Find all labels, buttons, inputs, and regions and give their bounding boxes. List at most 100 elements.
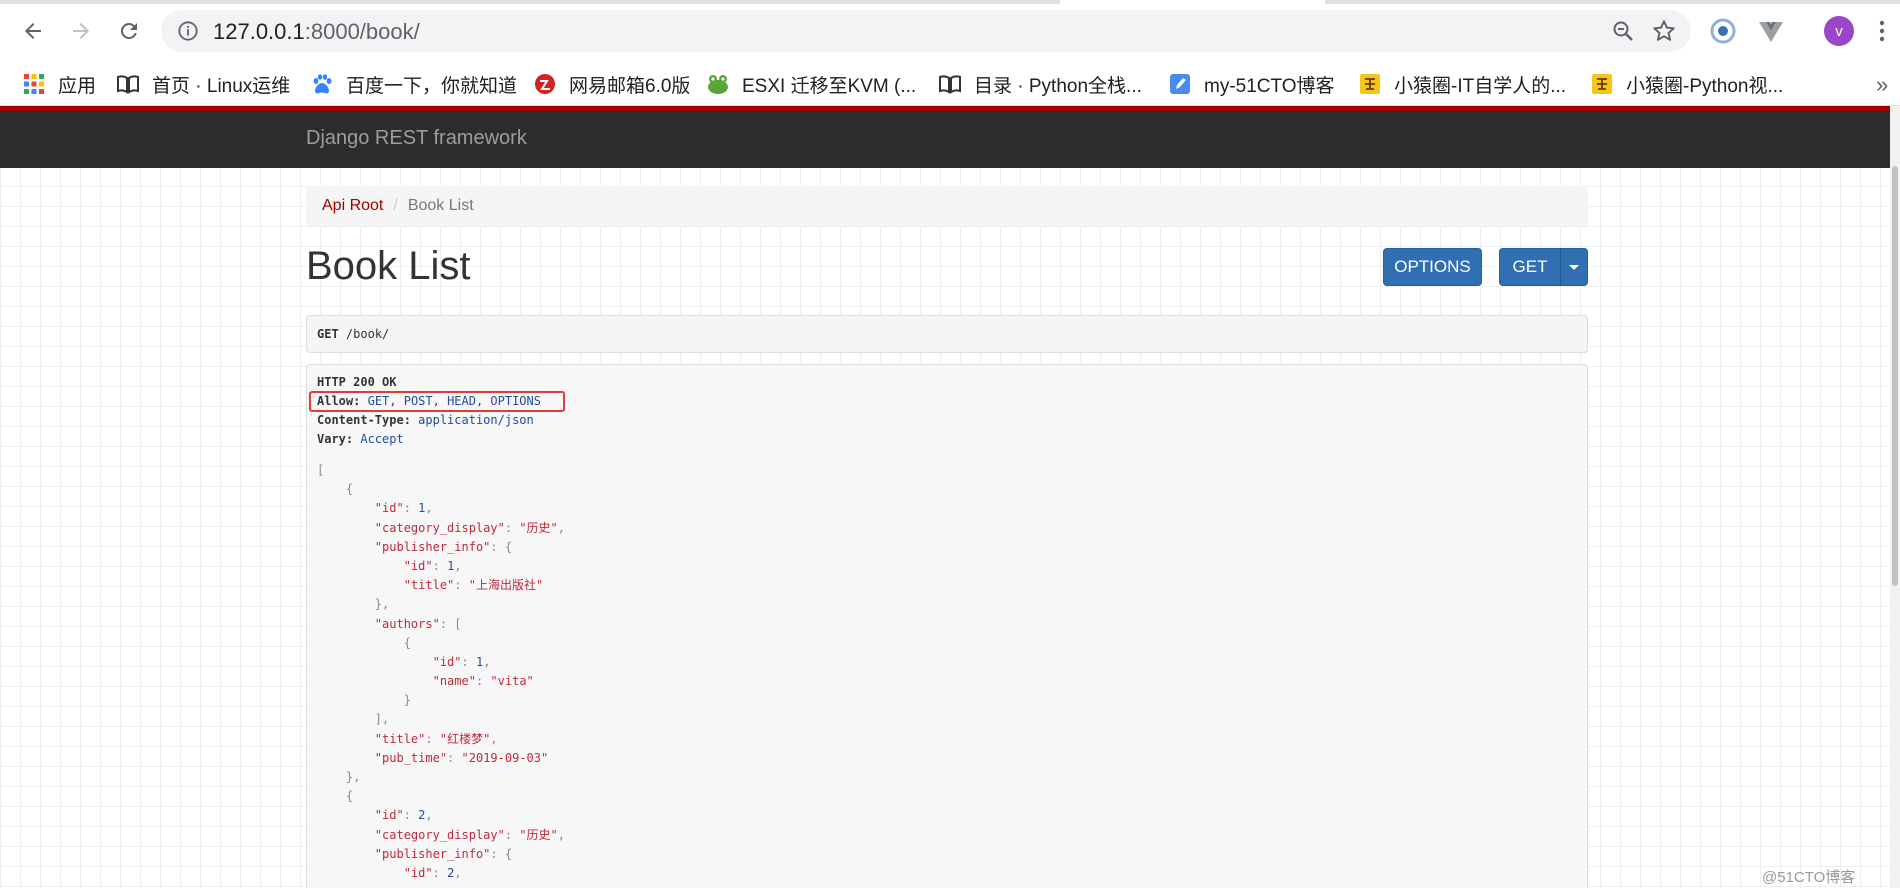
breadcrumb-separator: / xyxy=(393,197,398,214)
info-icon[interactable] xyxy=(177,20,199,42)
page-scrollbar[interactable] xyxy=(1890,106,1900,888)
page-viewport: Django REST framework Api Root / Book Li… xyxy=(0,106,1900,888)
apps-grid-icon xyxy=(22,72,46,96)
response-header: Content-Type: application/json xyxy=(317,411,534,430)
netease-icon xyxy=(533,72,557,96)
watermark: @51CTO博客 xyxy=(1762,869,1856,886)
reload-button[interactable] xyxy=(112,14,146,48)
request-path: /book/ xyxy=(345,327,390,341)
json-line: "pub_time": "2019-09-03" xyxy=(374,750,549,765)
arrow-right-icon xyxy=(73,23,89,39)
bookmark-label: 目录 · Python全栈... xyxy=(974,75,1142,97)
json-line: "title": "红楼梦", xyxy=(374,731,498,746)
book-icon xyxy=(938,72,962,96)
url-path: :8000/book/ xyxy=(304,19,420,44)
navbar: Django REST framework xyxy=(0,111,1890,168)
json-line: "id": 1, xyxy=(403,558,462,573)
bookmark-label: 网易邮箱6.0版 xyxy=(569,75,691,97)
response-info: HTTP 200 OK Allow: GET, POST, HEAD, OPTI… xyxy=(306,364,1588,888)
more-bookmarks-button[interactable]: » xyxy=(1876,72,1888,98)
bookmark-python-catalog[interactable]: 目录 · Python全栈... xyxy=(938,62,1142,106)
extension-sync-icon[interactable] xyxy=(1708,16,1738,46)
json-line: "publisher_info": { xyxy=(374,539,513,554)
header-name: Content-Type: xyxy=(317,413,411,427)
bookmark-baidu[interactable]: 百度一下，你就知道 xyxy=(310,62,517,106)
bookmark-esxi[interactable]: ESXI 迁移至KVM (... xyxy=(706,62,916,106)
response-status: HTTP 200 OK xyxy=(317,373,396,392)
bookmark-netease[interactable]: 网易邮箱6.0版 xyxy=(533,62,690,106)
bookmark-yuanquan-it[interactable]: 小猿圈-IT自学人的... xyxy=(1358,62,1566,106)
forward-button[interactable] xyxy=(64,14,98,48)
json-line: { xyxy=(403,635,411,650)
response-body: [ { "id": 1, "category_display": "历史", "… xyxy=(307,461,1587,883)
tab-strip xyxy=(0,0,1900,4)
json-line: "name": "vita" xyxy=(432,674,534,689)
breadcrumb: Api Root / Book List xyxy=(306,186,1588,226)
json-line: { xyxy=(345,789,354,804)
more-vert-icon[interactable] xyxy=(1876,16,1888,46)
header-name: Allow: xyxy=(317,394,361,408)
json-line: "id": 2, xyxy=(403,865,462,880)
book-icon xyxy=(116,72,140,96)
bookmark-label: 首页 · Linux运维 xyxy=(152,75,291,97)
back-button[interactable] xyxy=(16,14,50,48)
url-text[interactable]: 127.0.0.1:8000/book/ xyxy=(213,19,420,45)
caret-down-icon xyxy=(1569,264,1579,270)
yuan-icon xyxy=(1358,72,1382,96)
bookmark-label: ESXI 迁移至KVM (... xyxy=(742,75,917,97)
json-line: "publisher_info": { xyxy=(374,846,513,861)
bookmark-label: 应用 xyxy=(58,75,97,97)
page-title: Book List xyxy=(306,244,471,288)
header-value: GET, POST, HEAD, OPTIONS xyxy=(367,394,541,408)
baidu-paw-icon xyxy=(310,72,334,96)
response-header: Allow: GET, POST, HEAD, OPTIONS xyxy=(317,392,541,411)
scrollbar-thumb[interactable] xyxy=(1892,166,1898,586)
json-line: "category_display": "历史", xyxy=(374,520,565,535)
frog-icon xyxy=(706,72,730,96)
json-line: "authors": [ xyxy=(374,616,462,631)
brand-link[interactable]: Django REST framework xyxy=(306,127,527,150)
response-header: Vary: Accept xyxy=(317,430,404,449)
json-line: }, xyxy=(345,770,361,784)
response-status-text: HTTP 200 OK xyxy=(317,375,397,389)
json-line: "id": 1, xyxy=(374,501,433,516)
json-line: } xyxy=(403,693,411,708)
browser-toolbar: 127.0.0.1:8000/book/ v xyxy=(0,0,1900,62)
breadcrumb-api-root[interactable]: Api Root xyxy=(322,197,383,215)
header-value: Accept xyxy=(360,432,404,446)
bookmark-51cto[interactable]: my-51CTO博客 xyxy=(1168,62,1335,106)
reload-icon xyxy=(120,22,137,39)
header-name: Vary: xyxy=(317,432,354,446)
pen-icon xyxy=(1168,72,1192,96)
json-line: ], xyxy=(374,712,390,727)
bookmark-label: 小猿圈-Python视... xyxy=(1626,75,1784,97)
bookmark-linux[interactable]: 首页 · Linux运维 xyxy=(116,62,290,106)
yuan-icon xyxy=(1590,72,1614,96)
request-info: GET /book/ xyxy=(306,315,1588,353)
header-value: application/json xyxy=(418,413,534,427)
get-button[interactable]: GET xyxy=(1499,248,1561,286)
json-line: { xyxy=(345,482,354,497)
options-button[interactable]: OPTIONS xyxy=(1383,248,1482,286)
json-line: "category_display": "历史", xyxy=(374,827,565,842)
bookmarks-bar: 应用 首页 · Linux运维 百度一下，你就知道 网易邮箱6.0版 ESXI … xyxy=(0,62,1900,106)
breadcrumb-current: Book List xyxy=(407,197,474,214)
bookmark-star-icon[interactable] xyxy=(1651,18,1677,44)
bookmark-yuanquan-python[interactable]: 小猿圈-Python视... xyxy=(1590,62,1783,106)
address-bar[interactable]: 127.0.0.1:8000/book/ xyxy=(161,10,1691,52)
bookmark-label: my-51CTO博客 xyxy=(1204,75,1335,97)
bookmark-label: 百度一下，你就知道 xyxy=(346,75,518,97)
json-line: [ xyxy=(317,463,325,477)
get-format-dropdown[interactable] xyxy=(1560,248,1588,286)
bookmark-apps[interactable]: 应用 xyxy=(22,62,96,106)
zoom-icon[interactable] xyxy=(1611,19,1635,43)
url-host: 127.0.0.1 xyxy=(213,19,305,44)
request-method: GET xyxy=(317,327,339,341)
json-line: "id": 1, xyxy=(432,654,491,669)
arrow-left-icon xyxy=(25,23,41,39)
profile-avatar[interactable]: v xyxy=(1824,16,1854,46)
json-line: "title": "上海出版社" xyxy=(403,578,544,593)
json-line: }, xyxy=(374,597,390,612)
extension-vue-icon[interactable] xyxy=(1756,16,1786,46)
json-line: "id": 2, xyxy=(374,808,433,823)
